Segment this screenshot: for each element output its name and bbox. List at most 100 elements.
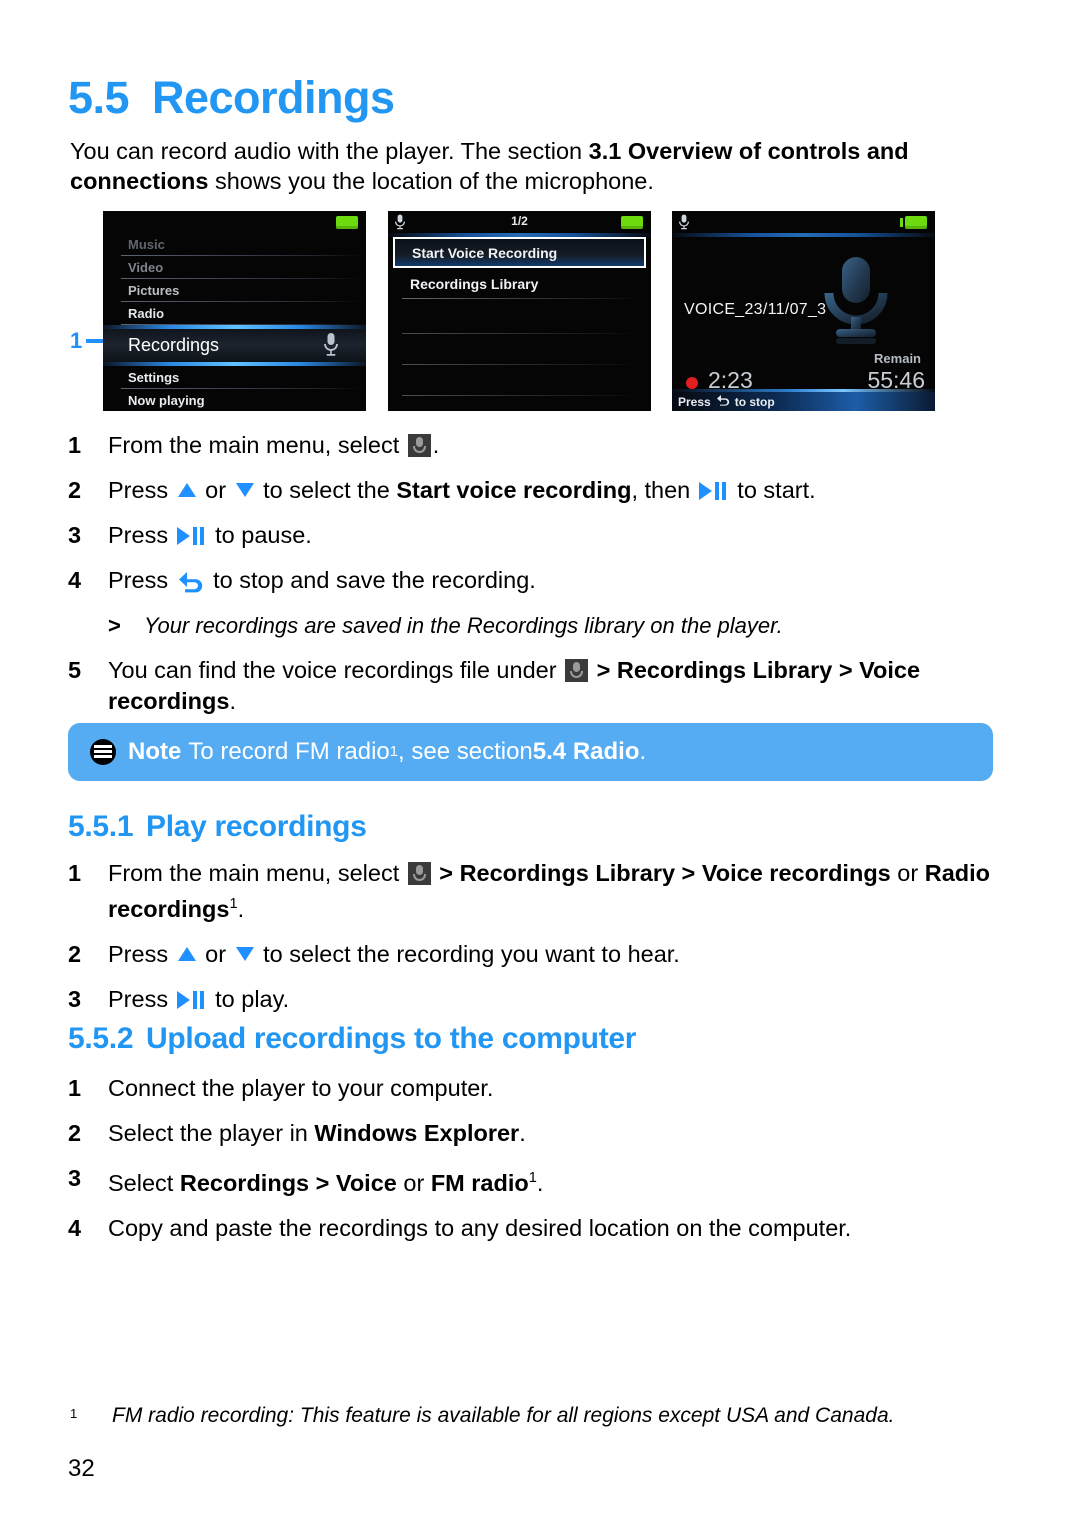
recording-file-name: VOICE_23/11/07_3 [684,301,827,318]
bold-start-voice-recording: Start voice recording [396,477,632,503]
play-pause-icon [176,526,207,546]
up-arrow-icon [177,483,196,497]
menu-item-video[interactable]: Video [103,256,366,279]
steps-5-5-2: 1 Connect the player to your computer. 2… [68,1073,998,1258]
up-arrow-icon [177,946,196,961]
bold-path: > Recordings Library > Voice recordings [432,860,891,886]
step-text: From the main menu, select . [108,432,440,458]
list-item [388,303,651,334]
heading-5-5-1: 5.5.1 Play recordings [68,810,367,844]
subnote-saved-location: > Your recordings are saved in the Recor… [68,610,998,641]
recordings-list: Start Voice Recording Recordings Library [388,237,651,299]
section-title: Recordings [152,72,395,123]
step-index: 1 [68,1075,82,1101]
menu-label: Music [128,237,165,252]
highlight-top [103,325,366,329]
callout-number: 1 [70,328,83,353]
note-text-after: . [639,738,647,765]
screenshot-recordings-menu: 1/2 Start Voice Recording Recordings Lib… [388,211,651,411]
page-indicator: 1/2 [511,214,528,228]
step-index: 2 [68,1120,82,1146]
subsection-number: 5.5.1 [68,810,134,843]
page-title: 5.5 Recordings [68,72,395,124]
menu-item-now-playing[interactable]: Now playing [103,389,366,411]
bold-recordings-voice: Recordings > Voice [179,1169,397,1196]
menu-item-music[interactable]: Music [103,233,366,256]
step-index: 3 [68,522,82,548]
step-text: Select Recordings > Voice or FM radio1. [108,1169,544,1196]
note-superscript: 1 [389,744,399,760]
bold-windows-explorer: Windows Explorer [314,1120,520,1146]
separator [402,395,637,396]
heading-5-5-2: 5.5.2 Upload recordings to the computer [68,1022,636,1056]
microphone-icon [322,332,340,358]
list-item [388,334,651,365]
step-4: 4 Press to stop and save the recording. [68,565,998,596]
menu-label: Recordings [128,335,220,355]
list-label: Recordings Library [410,275,539,292]
screenshot-main-menu: Music Video Pictures Radio Recordings Se… [103,211,366,411]
step-2: 2 Press or to select the recording you w… [68,939,998,970]
play-pause-icon [698,481,729,501]
intro-text-1: You can record audio with the player. Th… [70,138,589,164]
menu-label: Pictures [128,283,180,298]
menu-item-radio[interactable]: Radio [103,302,366,325]
step-index: 5 [68,657,82,683]
mic-icon [565,659,589,682]
step-index: 1 [68,860,82,886]
back-arrow-icon [178,570,204,594]
step-text: Press or to select the Start voice recor… [108,477,816,503]
separator [402,298,637,299]
list-item-start-voice-recording[interactable]: Start Voice Recording [393,237,646,268]
step-1: 1 From the main menu, select > Recording… [68,858,998,925]
footer-hint: Press to stop [672,392,935,411]
bold-path: > Recordings Library > Voice recordings [108,657,921,714]
step-text: Connect the player to your computer. [108,1075,494,1101]
step-text: Press to stop and save the recording. [108,567,536,594]
page-number: 32 [68,1455,95,1482]
menu-item-pictures[interactable]: Pictures [103,279,366,302]
status-bar [103,211,366,233]
battery-icon [621,216,643,229]
section-number: 5.5 [68,72,130,123]
play-pause-icon [176,990,207,1010]
footnote-ref: 1 [229,896,238,912]
menu-item-recordings[interactable]: Recordings [103,325,366,366]
step-text: Select the player in Windows Explorer. [108,1120,526,1146]
menu-label: Settings [128,370,180,385]
step-text: You can find the voice recordings file u… [108,657,921,714]
manual-page: 5.5 Recordings You can record audio with … [0,0,1080,1527]
step-text: Press to play. [108,985,290,1012]
footnote: 1 FM radio recording: This feature is av… [70,1404,970,1428]
footnote-ref: 1 [528,1170,537,1186]
remain-label: Remain [874,351,921,366]
intro-text-2: shows you the location of the microphone… [208,168,654,194]
step-index: 1 [68,432,82,458]
menu-item-settings[interactable]: Settings [103,366,366,389]
note-label: Note [128,738,182,765]
step-index: 4 [68,1214,82,1241]
back-icon [716,394,730,409]
list-item-recordings-library[interactable]: Recordings Library [388,268,651,299]
step-text: From the main menu, select > Recordings … [108,860,990,922]
step-index: 3 [68,985,82,1012]
step-3: 3 Select Recordings > Voice or FM radio1… [68,1163,998,1199]
list-label: Start Voice Recording [412,244,558,261]
steps-main: 1 From the main menu, select . 2 Press o… [68,430,998,731]
screenshot-voice-recording: VOICE_23/11/07_3 Remain 2:23 55:46 Press… [672,211,935,411]
footnote-marker: 1 [70,1406,78,1421]
step-1: 1 From the main menu, select . [68,430,998,461]
note-text-before: To record FM radio [188,738,390,765]
battery-icon [336,216,358,229]
empty-rows [388,303,651,396]
step-text: Press to pause. [108,522,312,548]
step-text: Press or to select the recording you wan… [108,940,680,967]
footnote-text: FM radio recording: This feature is avai… [112,1404,895,1427]
down-arrow-icon [235,946,254,961]
mic-icon [407,862,431,885]
step-index: 2 [68,477,82,503]
step-5: 5 You can find the voice recordings file… [68,655,998,717]
status-divider [672,233,935,237]
footer-prefix: Press [678,394,711,409]
menu-label: Radio [128,306,165,321]
